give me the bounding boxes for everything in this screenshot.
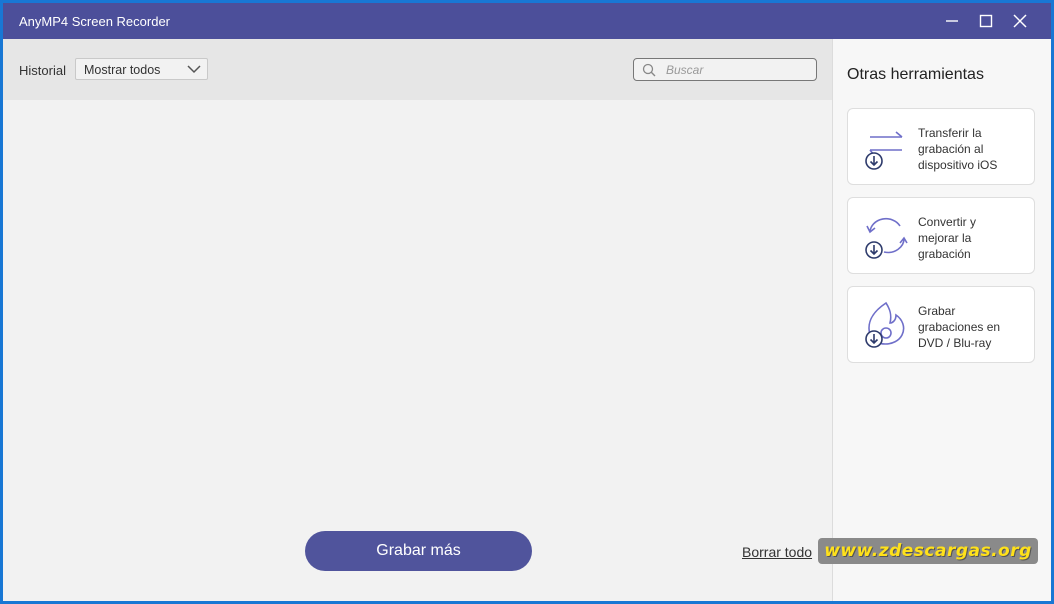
maximize-icon (979, 14, 993, 28)
maximize-button[interactable] (969, 3, 1003, 39)
search-icon (642, 63, 656, 77)
history-toolbar: Historial Mostrar todos (3, 39, 832, 100)
tool-label-transfer-ios: Transferir la grabación al dispositivo i… (918, 126, 998, 172)
tool-card-transfer-ios[interactable]: Transferir la grabación al dispositivo i… (847, 108, 1035, 185)
record-more-button[interactable]: Grabar más (305, 531, 532, 571)
watermark-text: www.zdescargas.org (818, 538, 1038, 564)
disc-burn-icon (865, 301, 905, 348)
search-input[interactable] (666, 62, 806, 77)
close-icon (1013, 14, 1027, 28)
app-window: AnyMP4 Screen Recorder Historial Mostrar… (3, 3, 1051, 601)
minimize-button[interactable] (935, 3, 969, 39)
tool-card-burn-disc[interactable]: Grabar grabaciones en DVD / Blu-ray (847, 286, 1035, 363)
filter-dropdown[interactable]: Mostrar todos (75, 58, 208, 80)
convert-icon (865, 217, 908, 259)
other-tools-panel: Otras herramientas Transferir la grabaci… (833, 39, 1051, 601)
history-label: Historial (19, 63, 66, 78)
clear-all-link[interactable]: Borrar todo (742, 544, 812, 560)
tool-label-convert: Convertir y mejorar la grabación (918, 215, 977, 261)
window-title: AnyMP4 Screen Recorder (19, 14, 171, 29)
recordings-list-area: Grabar más Borrar todo (3, 100, 832, 601)
tool-label-burn-disc: Grabar grabaciones en DVD / Blu-ray (918, 304, 1001, 350)
close-button[interactable] (1003, 3, 1037, 39)
tool-card-convert[interactable]: Convertir y mejorar la grabación (847, 197, 1035, 274)
transfer-icon (865, 131, 903, 170)
title-bar: AnyMP4 Screen Recorder (3, 3, 1051, 39)
search-box (633, 58, 817, 81)
filter-selected-value: Mostrar todos (84, 63, 161, 77)
minimize-icon (946, 20, 958, 22)
chevron-down-icon (187, 65, 201, 74)
other-tools-title: Otras herramientas (847, 66, 984, 83)
